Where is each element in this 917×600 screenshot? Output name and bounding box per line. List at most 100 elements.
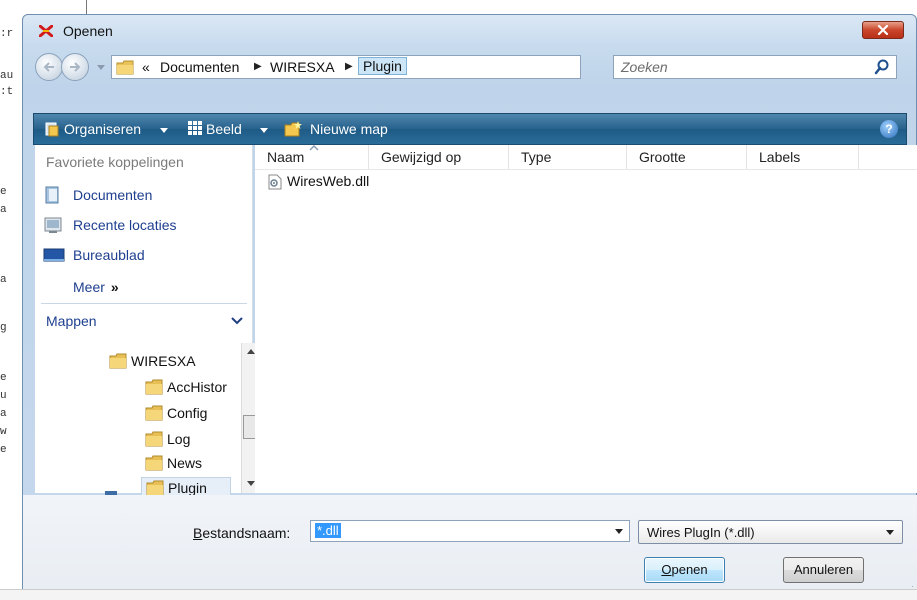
- breadcrumb-wiresxa[interactable]: WIRESXA: [270, 59, 335, 75]
- folder-icon: [145, 431, 163, 447]
- code-line: a: [0, 408, 7, 420]
- open-button[interactable]: Openen: [644, 557, 725, 583]
- navigation-bar: « Documenten ▶ WIRESXA ▶ Plugin ⇆ Zoeken: [23, 51, 916, 83]
- file-type-value: Wires PlugIn (*.dll): [647, 525, 755, 540]
- chevron-down-icon[interactable]: [615, 529, 623, 534]
- search-icon[interactable]: [874, 59, 890, 75]
- breadcrumb-separator-icon[interactable]: ▶: [254, 61, 262, 72]
- recent-places-icon: [44, 217, 62, 233]
- folder-icon: [145, 455, 163, 471]
- filename-label: Bestandsnaam:: [193, 525, 290, 541]
- tree-label: Plugin: [168, 480, 207, 496]
- close-icon: [877, 25, 889, 35]
- chevron-down-icon[interactable]: [260, 128, 268, 133]
- search-box[interactable]: Zoeken: [613, 55, 897, 79]
- dialog-title: Openen: [63, 23, 113, 39]
- new-folder-button[interactable]: Nieuwe map: [310, 121, 388, 137]
- column-label: Type: [521, 149, 552, 165]
- arrow-right-icon: [70, 62, 81, 72]
- favorite-label: Bureaublad: [73, 247, 145, 263]
- breadcrumb-separator-icon[interactable]: ▶: [345, 61, 353, 72]
- tree-label: Log: [167, 431, 191, 447]
- editor-divider: [86, 0, 87, 14]
- code-line: u: [0, 390, 7, 402]
- more-label: Meer: [73, 279, 105, 295]
- code-line: e: [0, 444, 7, 456]
- documents-icon: [45, 186, 59, 204]
- recent-pages-chevron-icon[interactable]: [97, 65, 105, 71]
- filename-input[interactable]: *.dll: [310, 520, 630, 542]
- code-line: a: [0, 204, 7, 216]
- arrow-left-icon: [43, 62, 54, 72]
- file-list: Naam Gewijzigd op Type Grootte Labels Wi…: [255, 145, 917, 493]
- folder-icon: [116, 60, 134, 75]
- search-placeholder: Zoeken: [621, 59, 668, 75]
- scroll-up-icon[interactable]: [247, 349, 255, 354]
- view-grid-icon: [188, 121, 202, 135]
- view-button[interactable]: Beeld: [206, 121, 242, 137]
- folders-header[interactable]: Mappen: [46, 313, 97, 329]
- chevron-down-icon[interactable]: [160, 128, 168, 133]
- code-line: g: [0, 322, 7, 334]
- cancel-button[interactable]: Annuleren: [783, 557, 864, 583]
- back-button[interactable]: [35, 53, 63, 81]
- more-arrow: »: [110, 279, 119, 295]
- column-label: Naam: [267, 149, 305, 165]
- column-header-type[interactable]: Type: [509, 145, 627, 169]
- code-line: :r: [0, 28, 14, 40]
- favorites-header: Favoriete koppelingen: [46, 154, 184, 170]
- breadcrumb-plugin[interactable]: Plugin: [358, 57, 407, 75]
- chevron-down-icon[interactable]: [231, 317, 243, 325]
- favorite-item-bureaublad[interactable]: Bureaublad: [43, 245, 248, 267]
- filename-label-text: estandsnaam:: [202, 525, 291, 541]
- open-label: penen: [671, 562, 708, 577]
- open-file-dialog: Openen « Documenten ▶ WIRESXA ▶ Plugin Z…: [22, 14, 917, 600]
- header-divider: [255, 169, 917, 170]
- sort-ascending-icon: [309, 145, 319, 151]
- scroll-down-icon[interactable]: [247, 481, 255, 486]
- title-bar[interactable]: Openen: [23, 15, 916, 45]
- column-header-labels[interactable]: Labels: [747, 145, 859, 169]
- column-label: Gewijzigd op: [381, 149, 462, 165]
- close-button[interactable]: [862, 21, 904, 39]
- organize-button[interactable]: Organiseren: [64, 121, 141, 137]
- pane-splitter[interactable]: [41, 303, 247, 304]
- organize-icon: [45, 122, 59, 137]
- favorite-item-recente-locaties[interactable]: Recente locaties: [43, 215, 248, 237]
- folder-icon: [145, 405, 163, 421]
- dll-file-icon: [268, 174, 282, 190]
- folder-icon: [109, 353, 127, 369]
- file-type-select[interactable]: Wires PlugIn (*.dll): [638, 520, 903, 544]
- desktop-icon: [43, 248, 65, 262]
- favorite-label: Recente locaties: [73, 217, 177, 233]
- command-bar: Organiseren Beeld Nieuwe map ?: [33, 113, 907, 145]
- chevron-down-icon: [886, 530, 894, 535]
- filename-label-accesskey: B: [193, 525, 203, 541]
- file-name: WiresWeb.dll: [287, 173, 370, 189]
- file-selection-panel: Bestandsnaam: *.dll Wires PlugIn (*.dll)…: [23, 495, 917, 600]
- forward-button[interactable]: [61, 53, 89, 81]
- favorite-label: Documenten: [73, 187, 153, 203]
- breadcrumb-overflow[interactable]: «: [142, 59, 150, 75]
- navigation-pane: Favoriete koppelingen Documenten Recente…: [35, 145, 259, 499]
- breadcrumb-documenten[interactable]: Documenten: [160, 59, 239, 75]
- favorite-item-documenten[interactable]: Documenten: [43, 185, 248, 207]
- new-folder-icon: [284, 121, 302, 137]
- editor-status-area: [0, 589, 917, 600]
- address-bar[interactable]: « Documenten ▶ WIRESXA ▶ Plugin ⇆: [111, 55, 660, 79]
- column-header-naam[interactable]: Naam: [255, 145, 369, 169]
- more-link[interactable]: Meer »: [73, 279, 119, 295]
- app-x-icon: [39, 25, 53, 37]
- tree-label: AccHistor: [167, 379, 227, 395]
- code-line: e: [0, 186, 7, 198]
- column-header-grootte[interactable]: Grootte: [627, 145, 747, 169]
- code-line: w: [0, 426, 7, 438]
- code-line: :t: [0, 86, 14, 98]
- code-line: e: [0, 372, 7, 384]
- tree-label: Config: [167, 405, 208, 421]
- help-icon[interactable]: ?: [880, 120, 898, 138]
- column-label: Labels: [759, 149, 801, 165]
- code-line: au: [0, 70, 14, 82]
- column-header-gewijzigd-op[interactable]: Gewijzigd op: [369, 145, 509, 169]
- column-label: Grootte: [639, 149, 686, 165]
